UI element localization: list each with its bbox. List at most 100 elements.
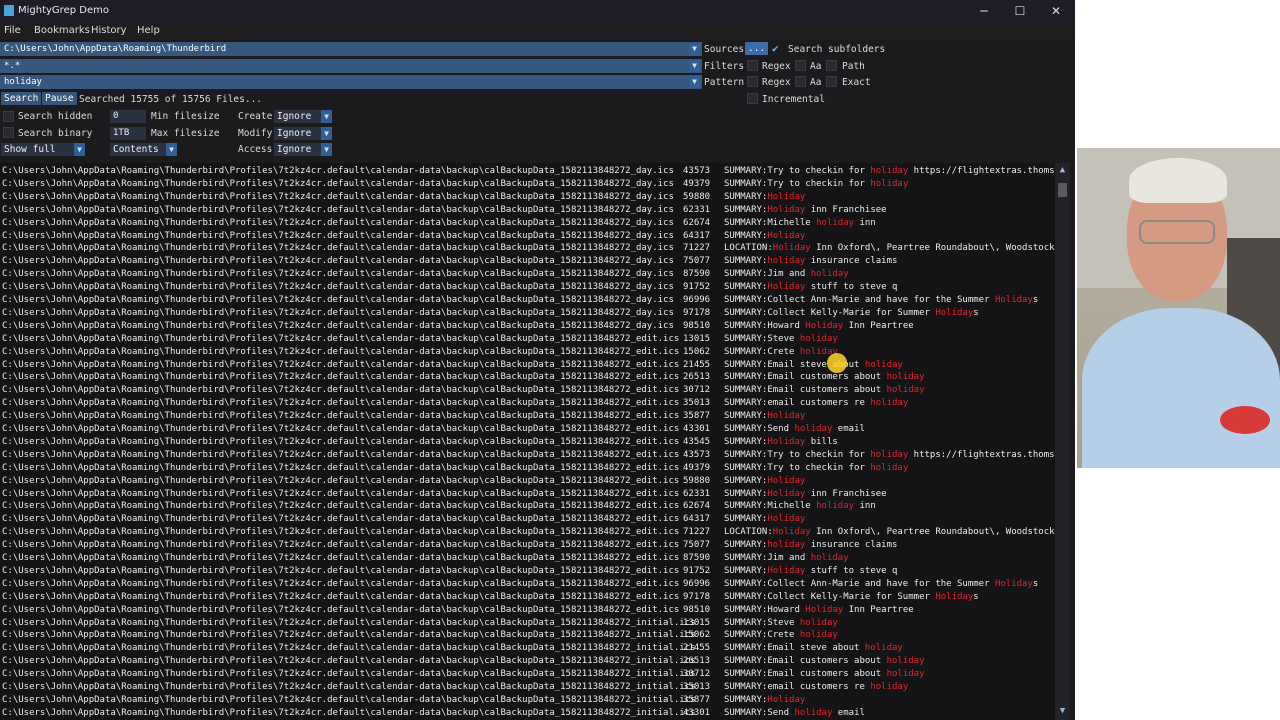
- match-prefix: SUMMARY:Try to checkin for: [724, 178, 871, 189]
- sources-input[interactable]: C:\Users\John\AppData\Roaming\Thunderbir…: [0, 42, 702, 56]
- pattern-exact-checkbox[interactable]: [826, 76, 837, 87]
- result-row[interactable]: C:\Users\John\AppData\Roaming\Thunderbir…: [0, 281, 1055, 294]
- result-row[interactable]: C:\Users\John\AppData\Roaming\Thunderbir…: [0, 552, 1055, 565]
- pattern-input[interactable]: holiday: [0, 75, 702, 89]
- result-row[interactable]: C:\Users\John\AppData\Roaming\Thunderbir…: [0, 462, 1055, 475]
- result-row[interactable]: C:\Users\John\AppData\Roaming\Thunderbir…: [0, 204, 1055, 217]
- result-row[interactable]: C:\Users\John\AppData\Roaming\Thunderbir…: [0, 359, 1055, 372]
- result-offset: 21455: [683, 359, 711, 370]
- filters-path-checkbox[interactable]: [826, 60, 837, 71]
- pattern-regex-checkbox[interactable]: [747, 76, 758, 87]
- result-file-path: C:\Users\John\AppData\Roaming\Thunderbir…: [2, 565, 680, 576]
- result-match-text: SUMMARY:Email steve about holiday: [724, 359, 1055, 372]
- menu-file[interactable]: File: [4, 25, 21, 36]
- access-select[interactable]: Ignore ▼: [274, 143, 332, 156]
- result-row[interactable]: C:\Users\John\AppData\Roaming\Thunderbir…: [0, 565, 1055, 578]
- result-match-text: SUMMARY:Holiday: [724, 513, 1055, 526]
- result-row[interactable]: C:\Users\John\AppData\Roaming\Thunderbir…: [0, 617, 1055, 630]
- pattern-dropdown-icon[interactable]: ▼: [689, 76, 700, 88]
- checkmark-icon[interactable]: ✔: [772, 42, 779, 55]
- result-file-path: C:\Users\John\AppData\Roaming\Thunderbir…: [2, 656, 696, 667]
- menu-help[interactable]: Help: [137, 25, 160, 36]
- result-row[interactable]: C:\Users\John\AppData\Roaming\Thunderbir…: [0, 178, 1055, 191]
- maximize-button[interactable]: ☐: [1002, 1, 1038, 21]
- show-select[interactable]: Show full ▼: [1, 143, 85, 156]
- result-row[interactable]: C:\Users\John\AppData\Roaming\Thunderbir…: [0, 642, 1055, 655]
- result-row[interactable]: C:\Users\John\AppData\Roaming\Thunderbir…: [0, 539, 1055, 552]
- filters-dropdown-icon[interactable]: ▼: [689, 60, 700, 72]
- result-file-path: C:\Users\John\AppData\Roaming\Thunderbir…: [2, 591, 680, 602]
- result-row[interactable]: C:\Users\John\AppData\Roaming\Thunderbir…: [0, 384, 1055, 397]
- result-row[interactable]: C:\Users\John\AppData\Roaming\Thunderbir…: [0, 526, 1055, 539]
- pause-button[interactable]: Pause: [42, 92, 77, 105]
- search-button[interactable]: Search: [1, 92, 42, 105]
- menu-history[interactable]: History: [91, 25, 127, 36]
- min-filesize-input[interactable]: 0: [110, 110, 146, 123]
- minimize-button[interactable]: ─: [966, 1, 1002, 21]
- filters-regex-checkbox[interactable]: [747, 60, 758, 71]
- close-button[interactable]: ✕: [1038, 1, 1074, 21]
- search-binary-label: Search binary: [18, 128, 93, 139]
- result-match-text: SUMMARY:Holiday inn Franchisee: [724, 204, 1055, 217]
- results-scrollbar[interactable]: ▲ ▼: [1055, 163, 1070, 720]
- match-prefix: SUMMARY:Email customers about: [724, 656, 887, 667]
- result-match-text: SUMMARY:email customers re holiday: [724, 681, 1055, 694]
- result-row[interactable]: C:\Users\John\AppData\Roaming\Thunderbir…: [0, 578, 1055, 591]
- result-row[interactable]: C:\Users\John\AppData\Roaming\Thunderbir…: [0, 488, 1055, 501]
- result-row[interactable]: C:\Users\John\AppData\Roaming\Thunderbir…: [0, 255, 1055, 268]
- max-filesize-input[interactable]: 1TB: [110, 127, 146, 140]
- result-match-text: SUMMARY:Holiday stuff to steve q: [724, 281, 1055, 294]
- result-row[interactable]: C:\Users\John\AppData\Roaming\Thunderbir…: [0, 320, 1055, 333]
- scroll-thumb[interactable]: [1058, 183, 1067, 197]
- create-select[interactable]: Ignore ▼: [274, 110, 332, 123]
- result-row[interactable]: C:\Users\John\AppData\Roaming\Thunderbir…: [0, 449, 1055, 462]
- result-row[interactable]: C:\Users\John\AppData\Roaming\Thunderbir…: [0, 694, 1055, 707]
- result-match-text: SUMMARY:Try to checkin for holiday: [724, 178, 1055, 191]
- result-row[interactable]: C:\Users\John\AppData\Roaming\Thunderbir…: [0, 346, 1055, 359]
- result-row[interactable]: C:\Users\John\AppData\Roaming\Thunderbir…: [0, 333, 1055, 346]
- result-row[interactable]: C:\Users\John\AppData\Roaming\Thunderbir…: [0, 371, 1055, 384]
- incremental-checkbox[interactable]: [747, 93, 758, 104]
- result-row[interactable]: C:\Users\John\AppData\Roaming\Thunderbir…: [0, 707, 1055, 720]
- result-match-text: LOCATION:Holiday Inn Oxford\, Peartree R…: [724, 242, 1055, 255]
- result-row[interactable]: C:\Users\John\AppData\Roaming\Thunderbir…: [0, 230, 1055, 243]
- result-row[interactable]: C:\Users\John\AppData\Roaming\Thunderbir…: [0, 307, 1055, 320]
- result-row[interactable]: C:\Users\John\AppData\Roaming\Thunderbir…: [0, 681, 1055, 694]
- pattern-case-checkbox[interactable]: [795, 76, 806, 87]
- browse-button[interactable]: ...: [745, 42, 769, 55]
- result-row[interactable]: C:\Users\John\AppData\Roaming\Thunderbir…: [0, 423, 1055, 436]
- result-match-text: SUMMARY:Email steve about holiday: [724, 642, 1055, 655]
- result-row[interactable]: C:\Users\John\AppData\Roaming\Thunderbir…: [0, 655, 1055, 668]
- result-row[interactable]: C:\Users\John\AppData\Roaming\Thunderbir…: [0, 165, 1055, 178]
- modify-select[interactable]: Ignore ▼: [274, 127, 332, 140]
- results-list[interactable]: C:\Users\John\AppData\Roaming\Thunderbir…: [0, 163, 1055, 720]
- match-prefix: SUMMARY:Email steve about: [724, 643, 865, 654]
- result-row[interactable]: C:\Users\John\AppData\Roaming\Thunderbir…: [0, 436, 1055, 449]
- scroll-down-icon[interactable]: ▼: [1057, 706, 1068, 716]
- filters-input[interactable]: *.*: [0, 59, 702, 73]
- result-row[interactable]: C:\Users\John\AppData\Roaming\Thunderbir…: [0, 475, 1055, 488]
- mouse-cursor-highlight: [827, 353, 847, 373]
- result-match-text: SUMMARY:Email customers about holiday: [724, 668, 1055, 681]
- result-row[interactable]: C:\Users\John\AppData\Roaming\Thunderbir…: [0, 191, 1055, 204]
- search-hidden-checkbox[interactable]: [3, 111, 14, 122]
- result-row[interactable]: C:\Users\John\AppData\Roaming\Thunderbir…: [0, 242, 1055, 255]
- filters-case-checkbox[interactable]: [795, 60, 806, 71]
- result-row[interactable]: C:\Users\John\AppData\Roaming\Thunderbir…: [0, 268, 1055, 281]
- result-row[interactable]: C:\Users\John\AppData\Roaming\Thunderbir…: [0, 294, 1055, 307]
- result-row[interactable]: C:\Users\John\AppData\Roaming\Thunderbir…: [0, 410, 1055, 423]
- result-row[interactable]: C:\Users\John\AppData\Roaming\Thunderbir…: [0, 513, 1055, 526]
- menu-bookmarks[interactable]: Bookmarks: [34, 25, 90, 36]
- result-row[interactable]: C:\Users\John\AppData\Roaming\Thunderbir…: [0, 668, 1055, 681]
- result-row[interactable]: C:\Users\John\AppData\Roaming\Thunderbir…: [0, 217, 1055, 230]
- result-match-text: SUMMARY:Holiday stuff to steve q: [724, 565, 1055, 578]
- scroll-up-icon[interactable]: ▲: [1057, 165, 1068, 175]
- sources-dropdown-icon[interactable]: ▼: [689, 43, 700, 55]
- result-row[interactable]: C:\Users\John\AppData\Roaming\Thunderbir…: [0, 397, 1055, 410]
- search-binary-checkbox[interactable]: [3, 127, 14, 138]
- contents-select[interactable]: Contents ▼: [110, 143, 177, 156]
- result-row[interactable]: C:\Users\John\AppData\Roaming\Thunderbir…: [0, 500, 1055, 513]
- result-row[interactable]: C:\Users\John\AppData\Roaming\Thunderbir…: [0, 604, 1055, 617]
- result-row[interactable]: C:\Users\John\AppData\Roaming\Thunderbir…: [0, 629, 1055, 642]
- result-row[interactable]: C:\Users\John\AppData\Roaming\Thunderbir…: [0, 591, 1055, 604]
